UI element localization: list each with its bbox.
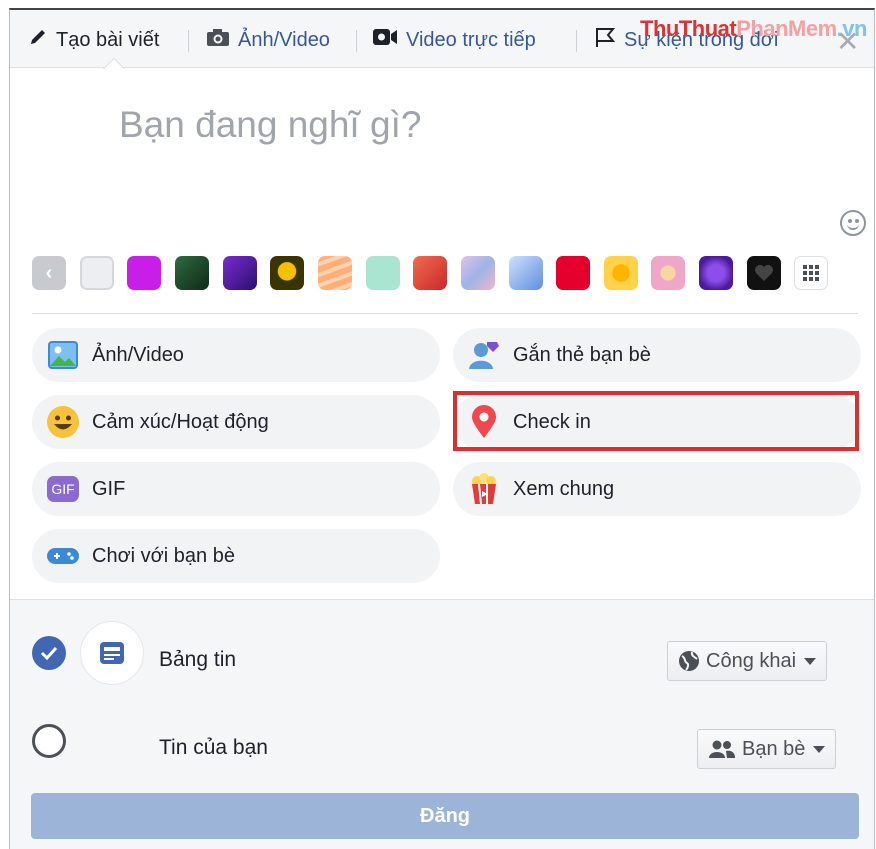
action-gif[interactable]: GIF GIF xyxy=(32,462,440,516)
background-swatch[interactable] xyxy=(270,256,304,290)
action-watch-party-label: Xem chung xyxy=(513,477,615,500)
smiley-icon xyxy=(46,405,80,439)
tag-person-icon xyxy=(467,338,501,372)
action-play-with-friends[interactable]: Chơi với bạn bè xyxy=(32,529,440,583)
action-photo-video[interactable]: Ảnh/Video xyxy=(32,328,440,382)
tab-create-post[interactable]: Tạo bài viết xyxy=(28,26,159,54)
tab-separator xyxy=(356,30,357,52)
photo-icon xyxy=(46,338,80,372)
chevron-left-icon[interactable]: ‹ xyxy=(32,256,66,290)
composer-tabbar: Tạo bài viết Ảnh/Video Video trực tiếp S… xyxy=(10,10,874,68)
action-photo-video-label: Ảnh/Video xyxy=(92,343,184,366)
chevron-down-icon xyxy=(813,745,826,753)
close-icon[interactable]: ✕ xyxy=(836,28,859,56)
your-story-label: Tin của bạn xyxy=(159,736,268,759)
background-swatch[interactable] xyxy=(461,256,495,290)
tab-create-post-label: Tạo bài viết xyxy=(56,28,160,51)
post-button[interactable]: Đăng xyxy=(31,793,859,839)
action-watch-party[interactable]: Xem chung xyxy=(453,462,861,516)
video-camera-icon xyxy=(372,27,398,53)
tab-separator xyxy=(188,30,189,52)
pencil-icon xyxy=(28,27,48,53)
flag-icon xyxy=(594,26,616,54)
check-in-highlight-box xyxy=(453,391,859,451)
background-swatch[interactable] xyxy=(127,256,161,290)
background-swatch[interactable] xyxy=(175,256,209,290)
background-swatch[interactable] xyxy=(699,256,733,290)
background-swatch[interactable] xyxy=(651,256,685,290)
news-feed-icon xyxy=(80,621,144,685)
create-post-dialog: Tạo bài viết Ảnh/Video Video trực tiếp S… xyxy=(9,8,875,849)
background-swatch[interactable] xyxy=(318,256,352,290)
background-swatch[interactable] xyxy=(556,256,590,290)
watermark-logo: ThuThuatPhanMem.vn xyxy=(640,16,867,41)
gif-icon: GIF xyxy=(46,472,80,506)
background-swatch[interactable] xyxy=(604,256,638,290)
emoji-icon[interactable] xyxy=(840,210,866,236)
news-feed-checkbox[interactable] xyxy=(32,636,66,670)
action-tag-friends[interactable]: Gắn thẻ bạn bè xyxy=(453,328,861,382)
background-swatch[interactable] xyxy=(366,256,400,290)
divider xyxy=(32,313,858,314)
tab-separator xyxy=(576,30,577,52)
active-tab-caret xyxy=(103,57,125,69)
action-feeling-activity[interactable]: Cảm xúc/Hoạt động xyxy=(32,395,440,449)
action-play-with-friends-label: Chơi với bạn bè xyxy=(92,544,235,567)
background-swatch[interactable] xyxy=(80,256,114,290)
gamepad-icon xyxy=(46,539,80,573)
friends-icon xyxy=(708,739,736,759)
camera-icon xyxy=(206,27,230,53)
news-feed-privacy-dropdown[interactable]: Công khai xyxy=(667,641,828,681)
tab-photo-video[interactable]: Ảnh/Video xyxy=(206,26,330,54)
background-swatch[interactable] xyxy=(747,256,781,290)
your-story-privacy-dropdown[interactable]: Bạn bè xyxy=(697,729,837,769)
action-tag-friends-label: Gắn thẻ bạn bè xyxy=(513,343,651,366)
tab-live-video-label: Video trực tiếp xyxy=(406,28,536,51)
tab-photo-video-label: Ảnh/Video xyxy=(238,28,330,51)
news-feed-label: Bảng tin xyxy=(159,648,237,671)
your-story-privacy-value: Bạn bè xyxy=(742,737,806,760)
background-swatch[interactable] xyxy=(223,256,257,290)
background-swatch[interactable] xyxy=(413,256,447,290)
audience-section: Bảng tin Công khai Tin của bạn Bạn bè Đă… xyxy=(10,599,874,849)
composer-input[interactable]: Bạn đang nghĩ gì? xyxy=(119,104,421,146)
popcorn-icon xyxy=(467,472,501,506)
action-gif-label: GIF xyxy=(92,477,126,500)
more-backgrounds-icon[interactable] xyxy=(794,256,828,290)
tab-live-video[interactable]: Video trực tiếp xyxy=(372,26,536,54)
your-story-checkbox[interactable] xyxy=(32,724,66,758)
chevron-down-icon xyxy=(804,657,817,665)
action-feeling-activity-label: Cảm xúc/Hoạt động xyxy=(92,410,269,433)
news-feed-privacy-value: Công khai xyxy=(706,649,797,672)
globe-icon xyxy=(678,650,700,672)
background-swatch[interactable] xyxy=(509,256,543,290)
